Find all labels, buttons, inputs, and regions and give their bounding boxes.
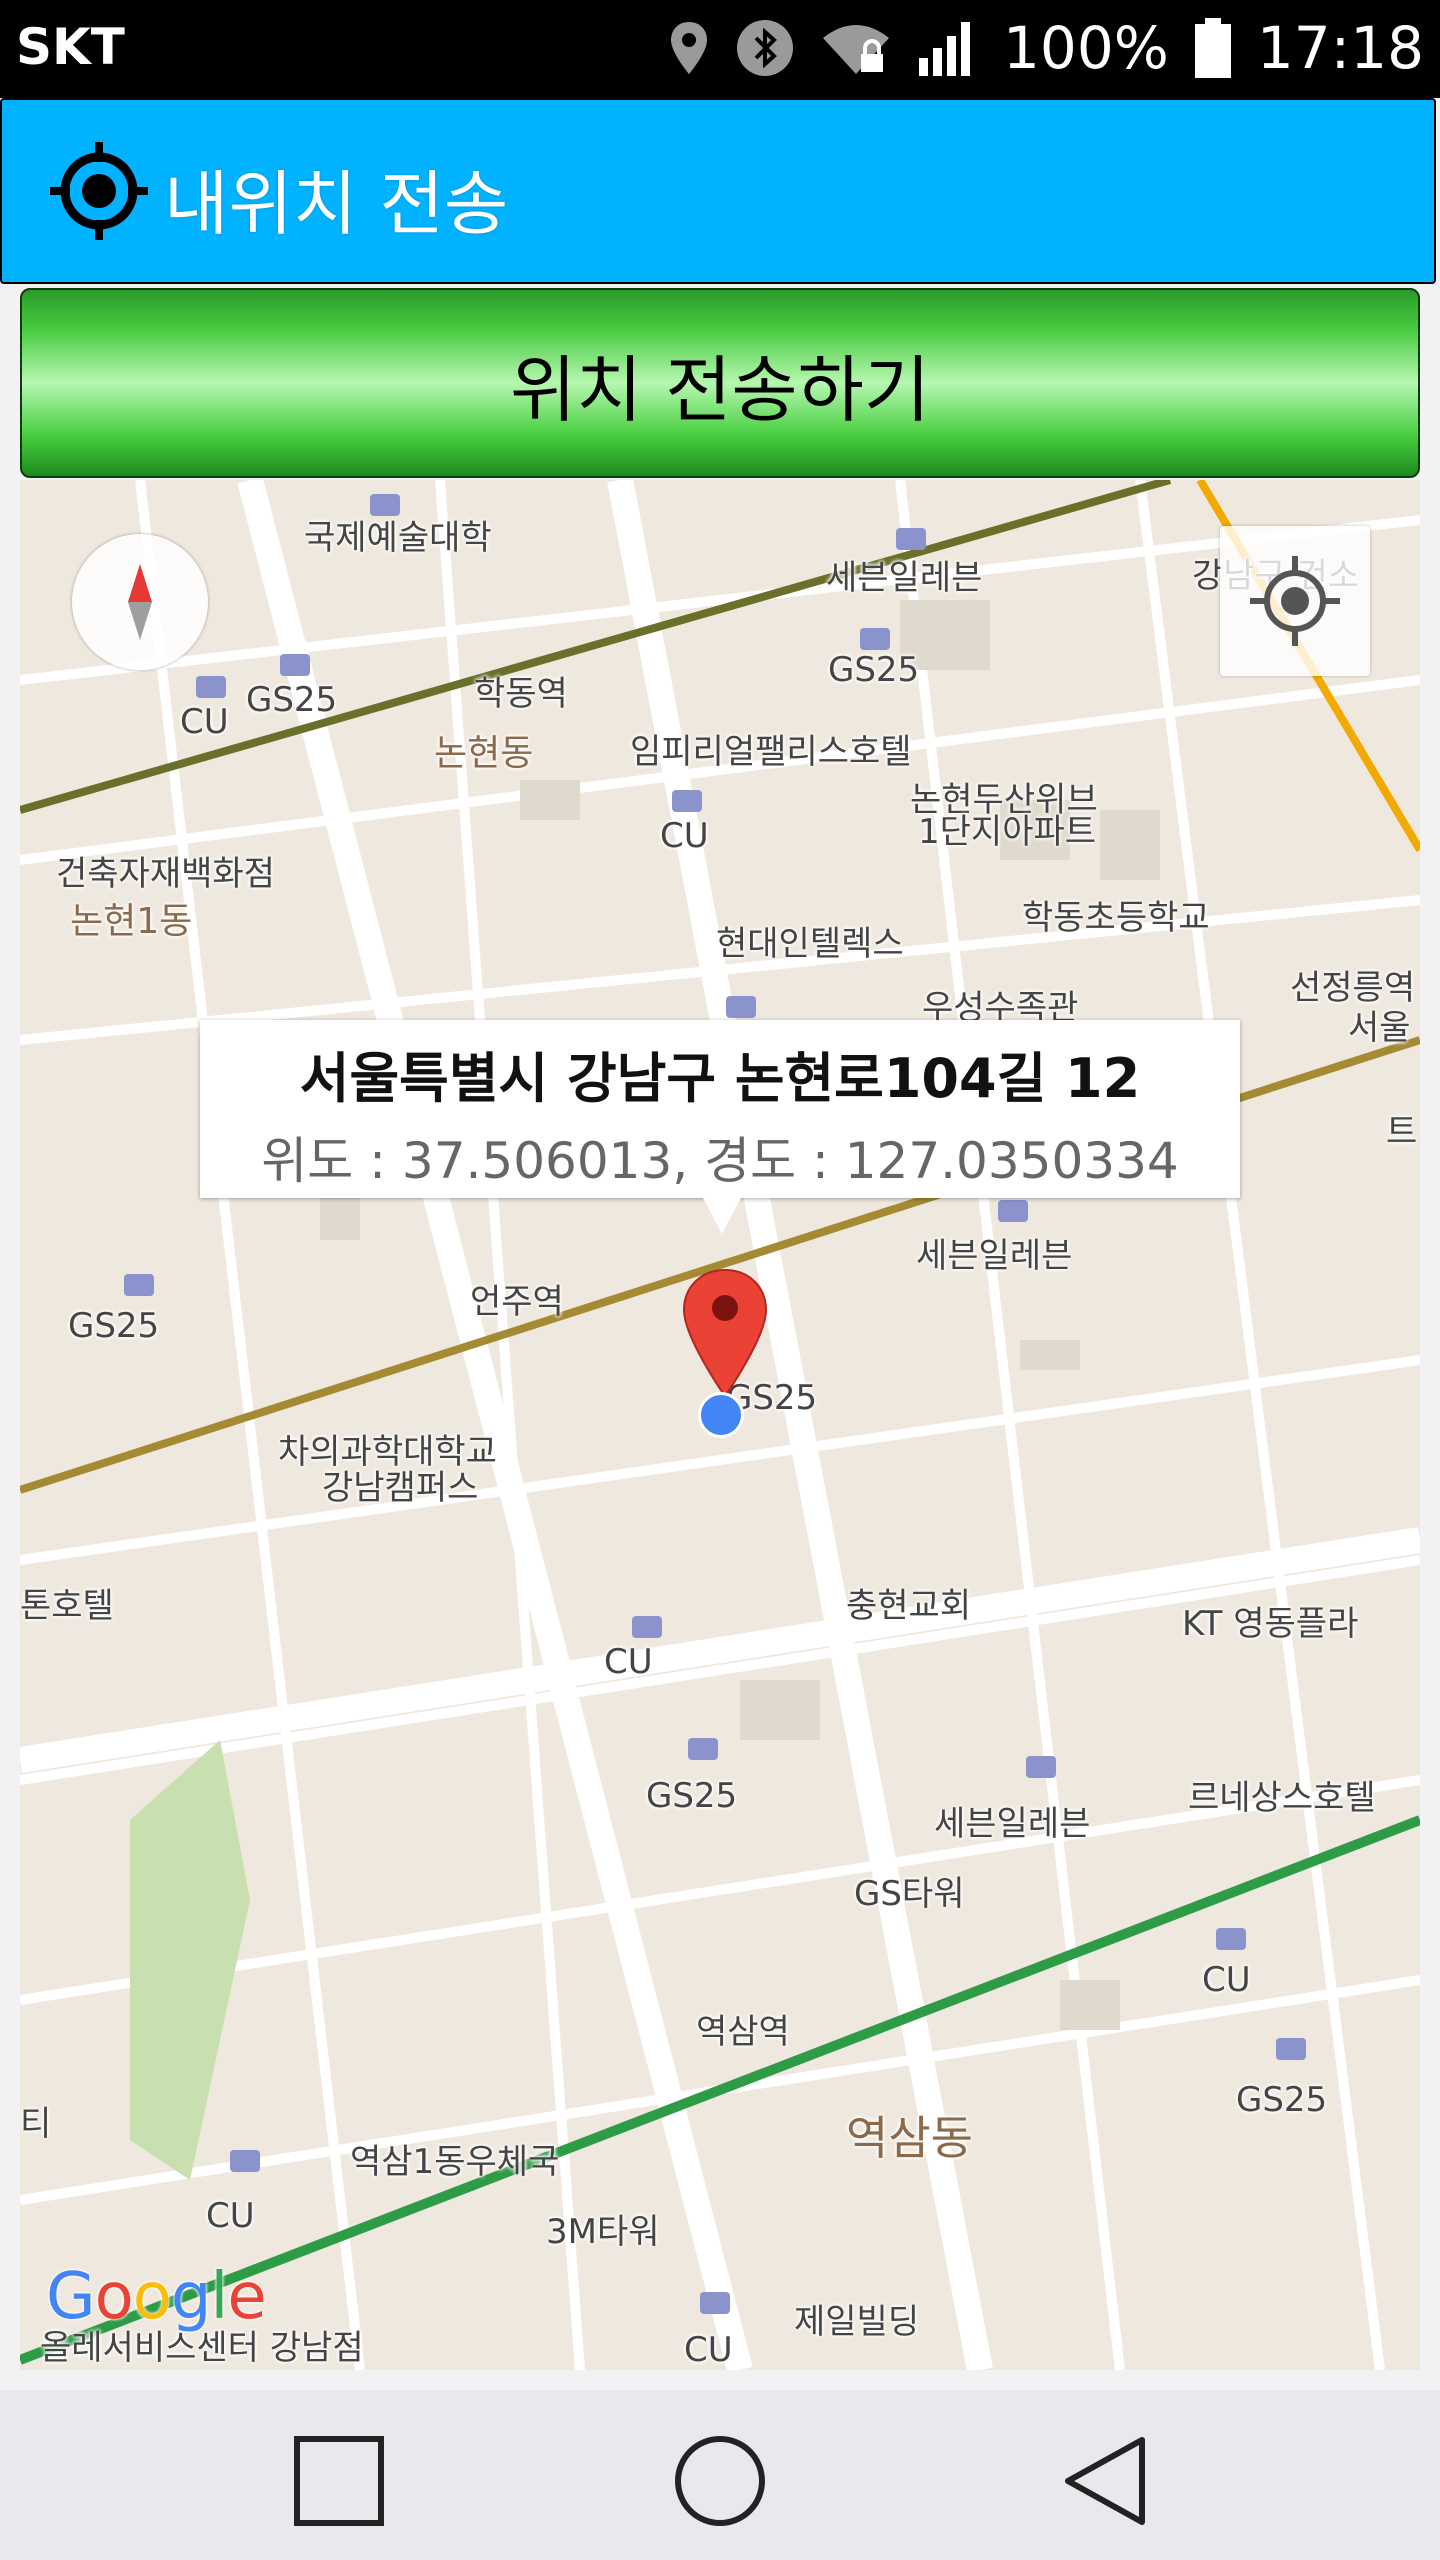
map-label: CU <box>206 2196 255 2236</box>
compass-needle-icon <box>128 564 152 640</box>
map-label: 역삼1동우체국 <box>350 2142 560 2182</box>
map-label: KT 영동플라 <box>1182 1604 1359 1644</box>
battery-icon <box>1194 18 1231 78</box>
map-label: 임피리얼팰리스호텔 <box>630 732 912 772</box>
poi-icon <box>896 528 926 550</box>
wifi-lock-icon <box>823 25 890 74</box>
status-bar: SKT 100% 17:18 <box>0 0 1440 98</box>
send-location-button[interactable]: 위치 전송하기 <box>20 288 1420 478</box>
poi-icon <box>196 676 226 698</box>
google-logo: Google <box>46 2260 267 2334</box>
map-label: 학동초등학교 <box>1022 898 1210 938</box>
map-label: GS타워 <box>854 1874 965 1914</box>
map-label: 논현동 <box>434 733 534 774</box>
recents-square-icon[interactable] <box>284 2426 394 2536</box>
app-title: 내위치 전송 <box>164 163 509 245</box>
map-label: 세븐일레븐 <box>826 558 983 598</box>
poi-icon <box>1276 2038 1306 2060</box>
battery-percent: 100% <box>1003 14 1169 82</box>
map-label: 톤호텔 <box>20 1586 114 1626</box>
map-marker-icon[interactable] <box>680 1266 770 1400</box>
coordinates-text: 위도 : 37.506013, 경도 : 127.0350334 <box>261 1132 1179 1190</box>
map-label: CU <box>684 2330 733 2370</box>
map-label: 강남캠퍼스 <box>322 1468 479 1508</box>
map-label: GS25 <box>68 1306 160 1346</box>
poi-icon <box>700 2292 730 2314</box>
info-window-pointer <box>702 1196 742 1234</box>
map-label: CU <box>660 816 709 856</box>
map-label: 세븐일레븐 <box>916 1236 1073 1276</box>
map-label: 역삼동 <box>846 2111 973 2165</box>
map-label: 논현1동 <box>70 901 193 942</box>
current-location-dot <box>698 1392 744 1438</box>
status-icons: 100% 17:18 <box>669 14 1424 82</box>
signal-icon <box>919 22 971 76</box>
carrier-name: SKT <box>16 18 125 76</box>
map-label: 충현교회 <box>846 1586 972 1626</box>
map-label: CU <box>180 702 229 742</box>
map-label: GS25 <box>1236 2080 1328 2120</box>
map-label: 학동역 <box>474 674 568 714</box>
poi-icon <box>688 1738 718 1760</box>
map-label: 국제예술대학 <box>304 518 492 558</box>
crosshair-icon <box>50 142 148 240</box>
map-label: 언주역 <box>470 1282 564 1322</box>
poi-icon <box>280 654 310 676</box>
poi-icon <box>998 1200 1028 1222</box>
map-label: 역삼역 <box>696 2012 790 2052</box>
address-text: 서울특별시 강남구 논현로104길 12 <box>299 1047 1141 1110</box>
map-label: 제일빌딩 <box>794 2302 920 2342</box>
map-label: GS25 <box>828 650 920 690</box>
marker-info-window[interactable]: 서울특별시 강남구 논현로104길 12 위도 : 37.506013, 경도 … <box>200 1020 1240 1198</box>
map-label: CU <box>1202 1960 1251 2000</box>
system-nav-bar <box>0 2390 1440 2560</box>
map-label: 티 <box>20 2104 52 2144</box>
poi-icon <box>632 1616 662 1638</box>
poi-icon <box>1216 1928 1246 1950</box>
poi-icon <box>370 494 400 516</box>
poi-icon <box>860 628 890 650</box>
compass-button[interactable] <box>72 534 208 670</box>
back-triangle-icon[interactable] <box>1050 2426 1160 2536</box>
map-label: CU <box>604 1642 653 1682</box>
map-label: 서울 <box>1348 1008 1411 1048</box>
map-label: 르네상스호텔 <box>1188 1778 1376 1818</box>
map-label: 1단지아파트 <box>918 812 1097 852</box>
map-label: 세븐일레븐 <box>934 1804 1091 1844</box>
clock: 17:18 <box>1256 14 1424 82</box>
bluetooth-icon <box>737 20 794 76</box>
poi-icon <box>1026 1756 1056 1778</box>
crosshair-icon <box>1250 556 1340 646</box>
poi-icon <box>672 790 702 812</box>
poi-icon <box>230 2150 260 2172</box>
map-label: GS25 <box>246 680 338 720</box>
map-label: 3M타워 <box>546 2212 660 2252</box>
app-title-bar: 내위치 전송 <box>0 98 1436 284</box>
poi-icon <box>726 996 756 1018</box>
map-label: 트 <box>1386 1112 1418 1152</box>
map-label: GS25 <box>646 1776 738 1816</box>
location-icon <box>671 22 708 74</box>
map-label: 현대인텔렉스 <box>716 924 904 964</box>
home-circle-icon[interactable] <box>665 2426 775 2536</box>
poi-icon <box>124 1274 154 1296</box>
map-label: 건축자재백화점 <box>56 854 275 894</box>
my-location-button[interactable] <box>1220 526 1370 676</box>
map-view[interactable]: 국제예술대학 세븐일레븐 강남구 건소 학동역 GS25 GS25 CU 논현동… <box>20 480 1420 2370</box>
